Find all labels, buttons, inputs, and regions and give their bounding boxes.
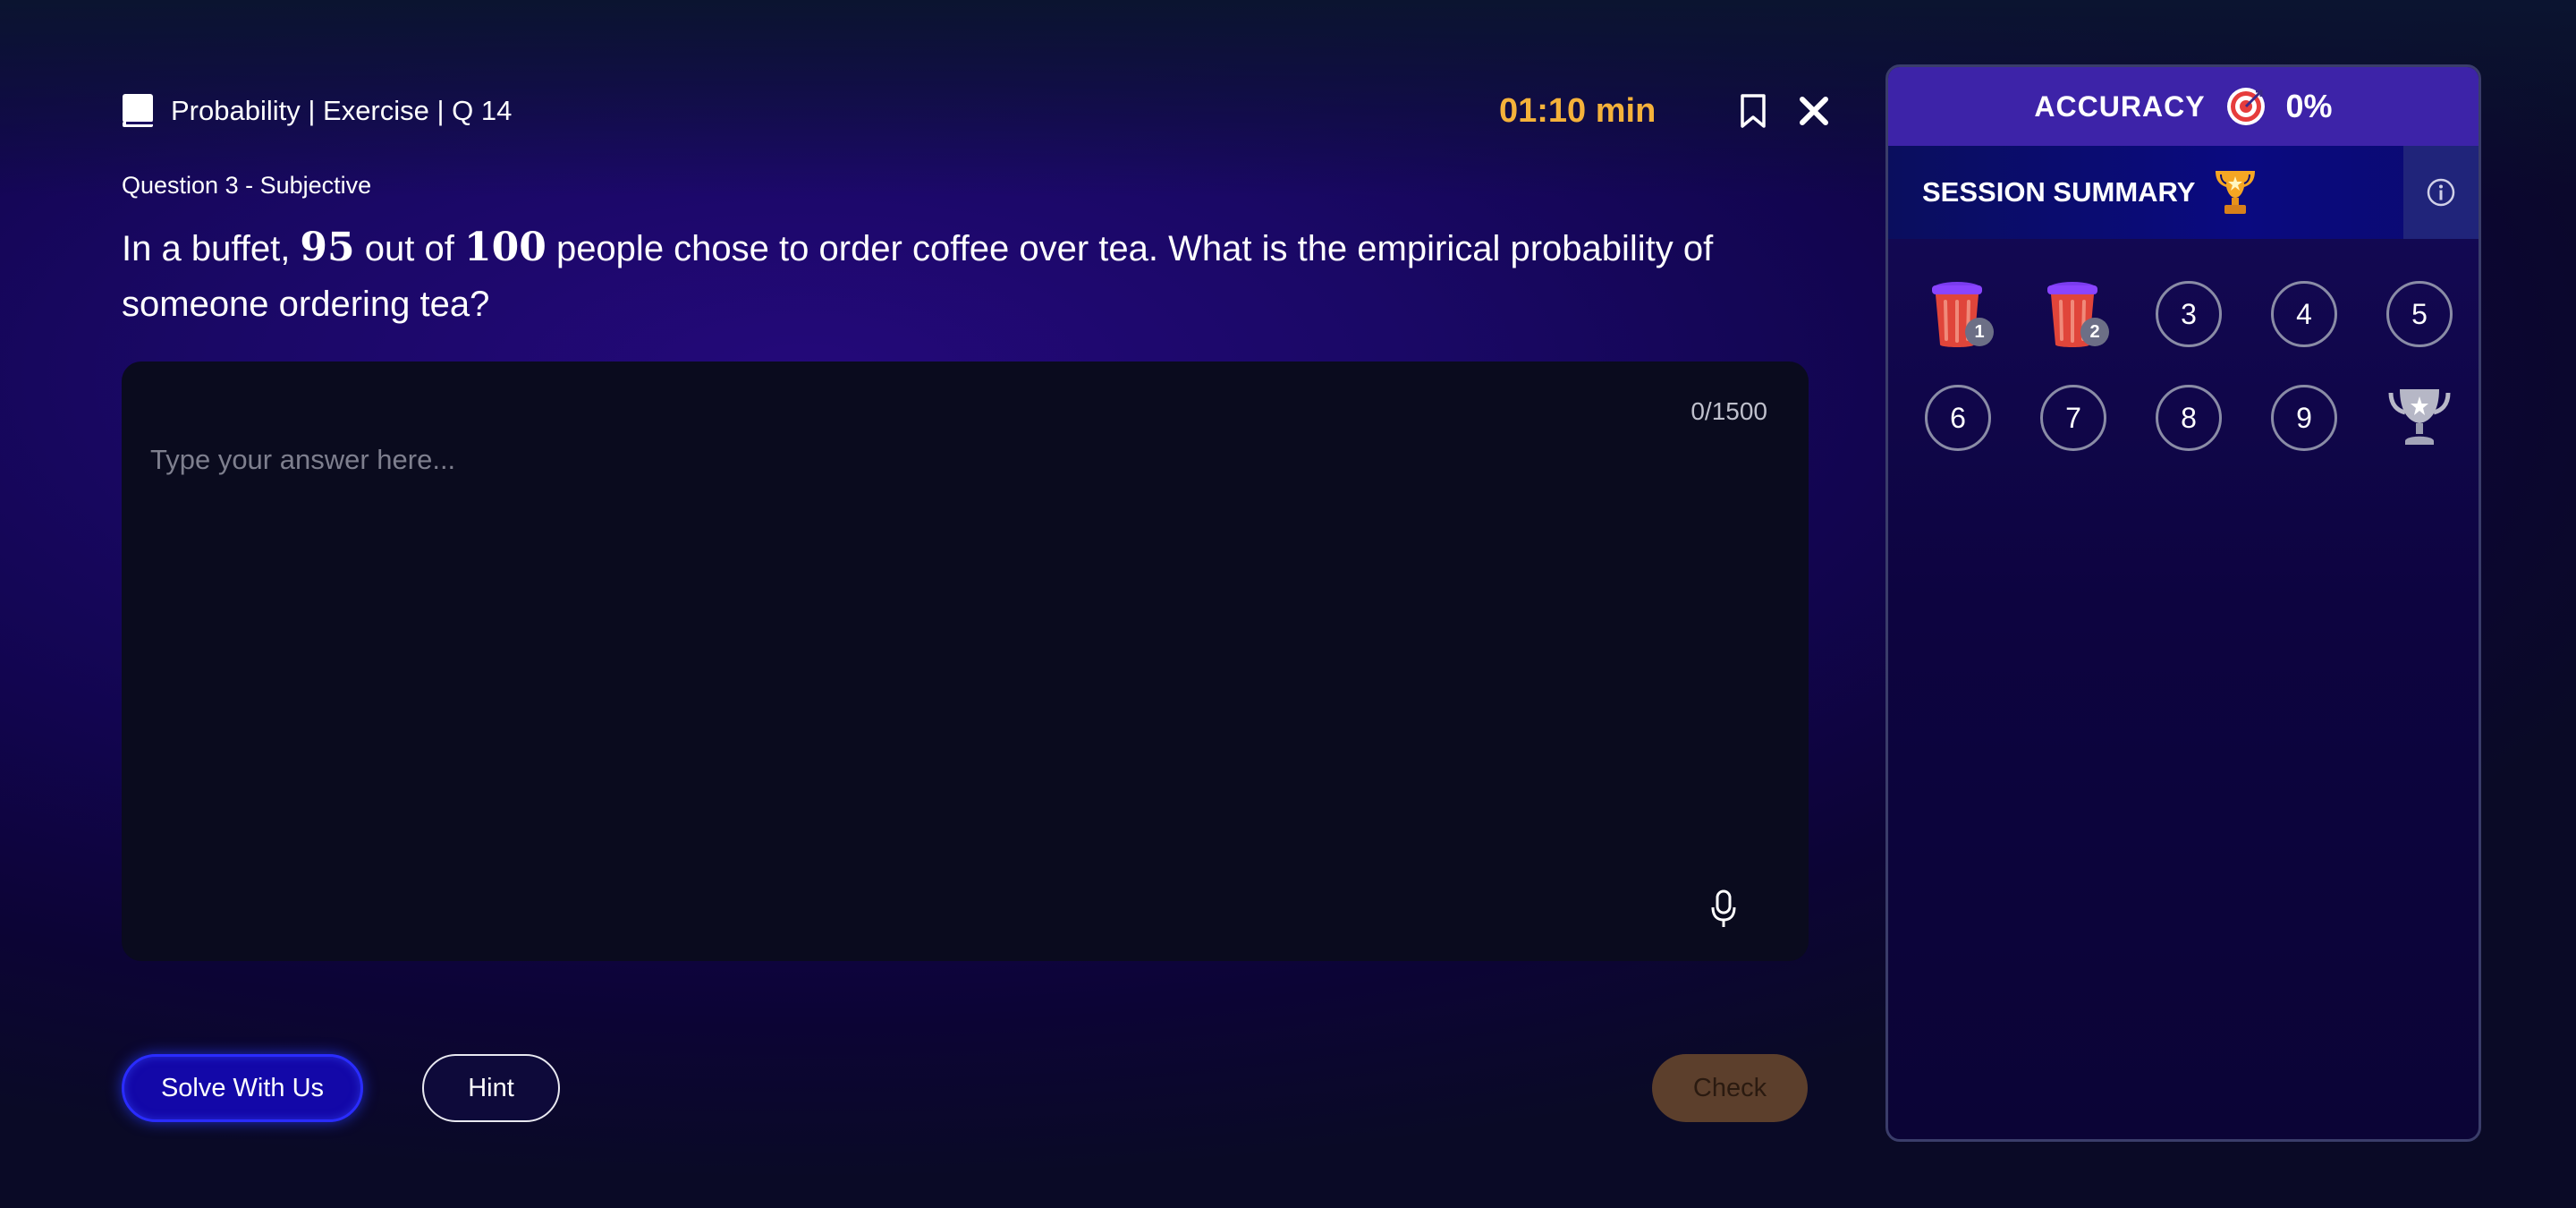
question-item-badge: 2 [2080, 318, 2109, 346]
hint-button[interactable]: Hint [422, 1054, 560, 1122]
question-item-3[interactable]: 3 [2156, 281, 2222, 347]
question-number: 8 [2156, 385, 2222, 451]
info-icon[interactable] [2427, 178, 2455, 207]
question-item-5[interactable]: 5 [2386, 281, 2453, 347]
close-icon[interactable] [1798, 95, 1830, 127]
question-text: In a buffet, 95 out of 100 people chose … [122, 220, 1821, 332]
accuracy-label: ACCURACY [2034, 89, 2206, 123]
question-number-100: 100 [463, 225, 547, 270]
question-number-95: 95 [300, 225, 355, 270]
session-summary-bar: SESSION SUMMARY [1888, 146, 2479, 239]
question-text-part1: In a buffet, [122, 229, 301, 268]
trophy-icon [2216, 171, 2255, 214]
question-item-badge: 1 [1965, 318, 1994, 346]
question-item-trophy[interactable] [2387, 386, 2452, 450]
session-summary-label: SESSION SUMMARY [1922, 176, 2196, 208]
mic-icon[interactable] [1710, 889, 1737, 929]
session-panel: ACCURACY 0% SESSION SUMMARY 1 2 3 4 5 6 … [1885, 64, 2481, 1142]
question-number: 4 [2271, 281, 2337, 347]
character-counter: 0/1500 [1690, 397, 1767, 425]
breadcrumb: Probability | Exercise | Q 14 [171, 95, 513, 126]
question-text-part2: out of [354, 229, 464, 268]
target-icon [2226, 88, 2265, 125]
question-number: 3 [2156, 281, 2222, 347]
bookmark-icon[interactable] [1739, 93, 1767, 129]
solve-with-us-button[interactable]: Solve With Us [122, 1054, 363, 1122]
question-number: 6 [1925, 385, 1991, 451]
accuracy-bar: ACCURACY 0% [1888, 67, 2479, 146]
question-type-label: Question 3 - Subjective [122, 172, 372, 199]
question-header: Probability | Exercise | Q 14 01:10 min [122, 89, 1830, 132]
answer-input[interactable] [148, 442, 1780, 857]
question-number: 7 [2040, 385, 2106, 451]
info-button[interactable] [2403, 146, 2479, 239]
question-item-8[interactable]: 8 [2156, 385, 2222, 451]
question-item-4[interactable]: 4 [2271, 281, 2337, 347]
question-item-7[interactable]: 7 [2040, 385, 2106, 451]
silver-trophy-icon [2388, 389, 2451, 445]
accuracy-value: 0% [2285, 88, 2333, 124]
question-item-1[interactable]: 1 [1926, 282, 1994, 347]
timer: 01:10 min [1499, 92, 1657, 130]
question-item-6[interactable]: 6 [1925, 385, 1991, 451]
book-icon [123, 94, 153, 127]
question-item-9[interactable]: 9 [2271, 385, 2337, 451]
question-number: 5 [2386, 281, 2453, 347]
question-number: 9 [2271, 385, 2337, 451]
check-button[interactable]: Check [1652, 1054, 1808, 1122]
answer-box: 0/1500 [122, 362, 1809, 961]
question-item-2[interactable]: 2 [2041, 282, 2109, 347]
